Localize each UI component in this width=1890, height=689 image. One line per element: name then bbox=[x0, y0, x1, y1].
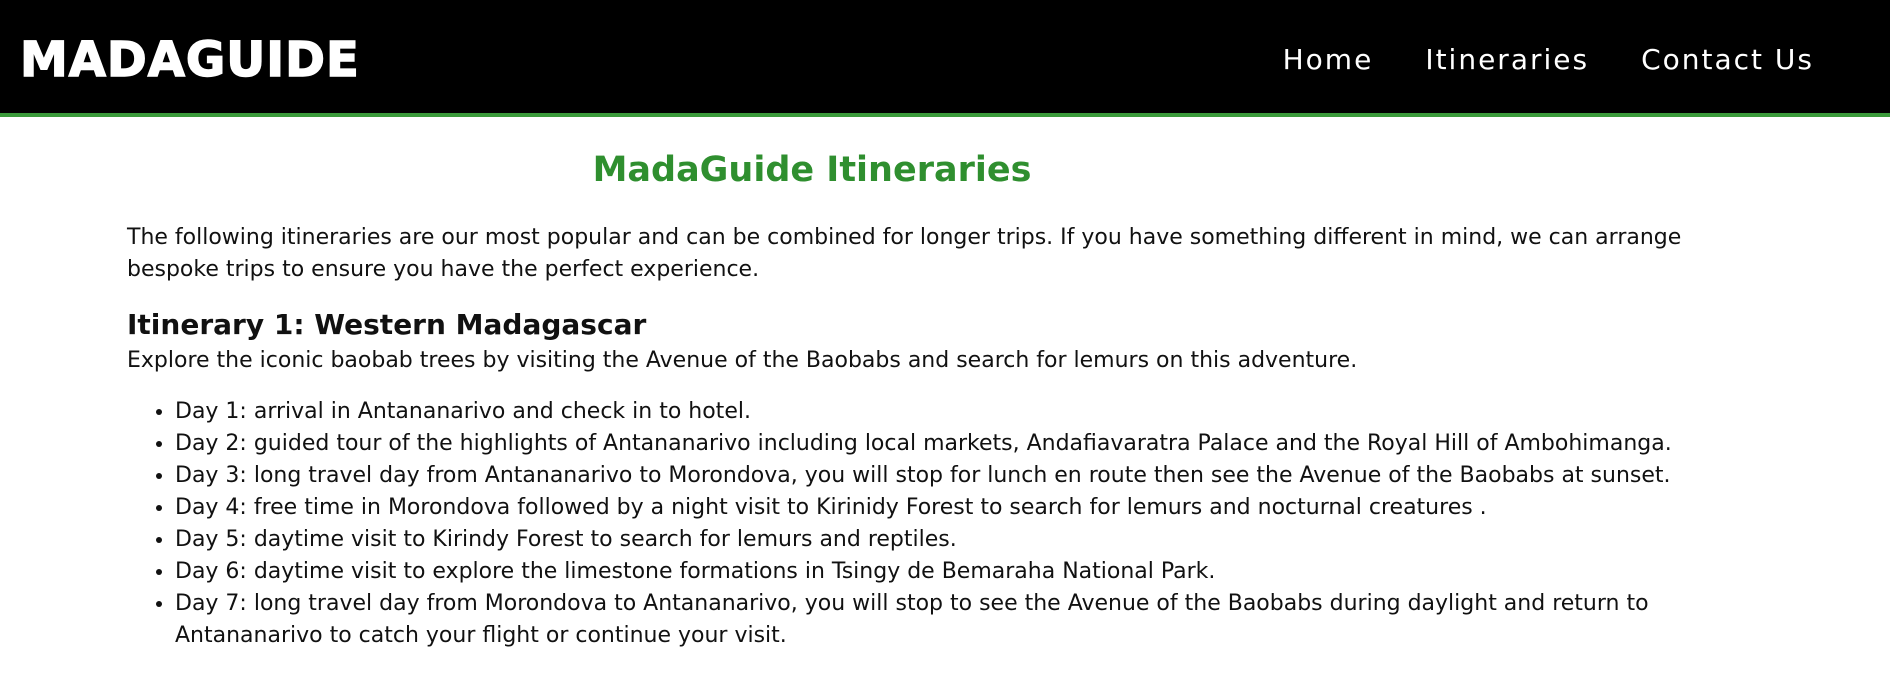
list-item-day-3: Day 3: long travel day from Antananarivo… bbox=[175, 460, 1767, 492]
list-item-day-5: Day 5: daytime visit to Kirindy Forest t… bbox=[175, 524, 1767, 556]
list-item-day-4: Day 4: free time in Morondova followed b… bbox=[175, 492, 1767, 524]
nav-link-itineraries[interactable]: Itineraries bbox=[1425, 38, 1589, 82]
itinerary-day-list: Day 1: arrival in Antananarivo and check… bbox=[127, 396, 1767, 652]
site-header: MADAGUIDE Home Itineraries Contact Us bbox=[0, 0, 1890, 117]
itinerary-description: Explore the iconic baobab trees by visit… bbox=[127, 348, 1358, 373]
nav-link-home[interactable]: Home bbox=[1283, 38, 1374, 82]
list-item-day-2: Day 2: guided tour of the highlights of … bbox=[175, 428, 1767, 460]
main-nav: Home Itineraries Contact Us bbox=[1283, 38, 1814, 82]
intro-paragraph: The following itineraries are our most p… bbox=[127, 225, 1682, 282]
page-title: MadaGuide Itineraries bbox=[592, 150, 1032, 190]
nav-link-contact-us[interactable]: Contact Us bbox=[1641, 38, 1814, 82]
itinerary-heading: Itinerary 1: Western Madagascar bbox=[127, 308, 647, 341]
list-item-day-1: Day 1: arrival in Antananarivo and check… bbox=[175, 396, 1767, 428]
list-item-day-6: Day 6: daytime visit to explore the lime… bbox=[175, 556, 1767, 588]
main-content: MadaGuide Itineraries The following itin… bbox=[127, 140, 1767, 652]
list-item-day-7: Day 7: long travel day from Morondova to… bbox=[175, 588, 1767, 652]
site-logo[interactable]: MADAGUIDE bbox=[19, 28, 360, 92]
